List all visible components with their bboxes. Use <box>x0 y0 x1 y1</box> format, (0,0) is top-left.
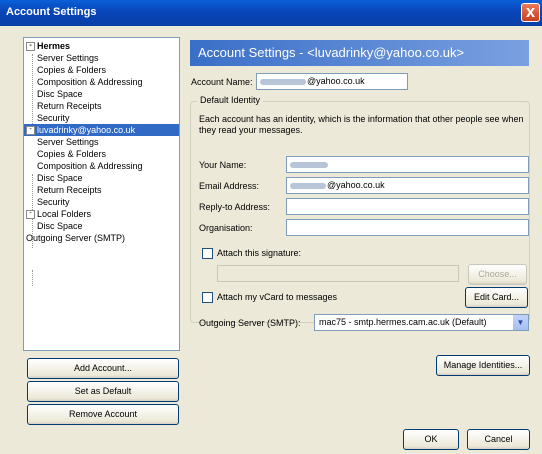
signature-path-field <box>217 265 459 282</box>
default-identity-title: Default Identity <box>197 95 264 105</box>
tree-item[interactable]: Server Settings <box>24 52 99 64</box>
tree-item[interactable]: Copies & Folders <box>24 148 106 160</box>
outgoing-server-label: Outgoing Server (SMTP): <box>199 318 301 328</box>
tree-item[interactable]: Return Receipts <box>24 100 102 112</box>
tree-item-label: Disc Space <box>37 221 83 231</box>
edit-card-button[interactable]: Edit Card... <box>465 287 528 308</box>
email-address-field[interactable]: @yahoo.co.uk <box>286 177 529 194</box>
tree-item[interactable]: Disc Space <box>24 220 83 232</box>
choose-button: Choose... <box>468 264 527 285</box>
tree-item-label: Disc Space <box>37 173 83 183</box>
tree-item[interactable]: Server Settings <box>24 136 99 148</box>
collapse-icon[interactable]: - <box>26 42 35 52</box>
email-address-label: Email Address: <box>199 181 260 191</box>
collapse-icon[interactable]: - <box>26 126 35 136</box>
add-account-button[interactable]: Add Account... <box>27 358 179 379</box>
tree-guide-line <box>32 270 33 286</box>
redacted-text <box>260 78 306 85</box>
set-as-default-button[interactable]: Set as Default <box>27 381 179 402</box>
ok-button[interactable]: OK <box>403 429 459 450</box>
tree-item-label: Return Receipts <box>37 101 102 111</box>
page-header: Account Settings - <luvadrinky@yahoo.co.… <box>190 40 529 66</box>
reply-to-field[interactable] <box>286 198 529 215</box>
organisation-field[interactable] <box>286 219 529 236</box>
your-name-label: Your Name: <box>199 160 247 170</box>
tree-item[interactable]: Outgoing Server (SMTP) <box>24 232 125 244</box>
outgoing-server-select[interactable]: mac75 - smtp.hermes.cam.ac.uk (Default) … <box>314 314 529 331</box>
tree-item[interactable]: Composition & Addressing <box>24 160 143 172</box>
tree-item[interactable]: Copies & Folders <box>24 64 106 76</box>
outgoing-server-value: mac75 - smtp.hermes.cam.ac.uk (Default) <box>319 317 487 327</box>
tree-item-label: luvadrinky@yahoo.co.uk <box>37 125 136 135</box>
redacted-text <box>290 161 328 168</box>
account-tree[interactable]: - Hermes Server Settings Copies & Folders Co… <box>23 37 180 351</box>
tree-item[interactable]: Disc Space <box>24 88 83 100</box>
account-name-value: @yahoo.co.uk <box>307 76 365 86</box>
tree-item-label: Security <box>37 113 70 123</box>
email-address-value: @yahoo.co.uk <box>327 180 385 190</box>
tree-item-label: Local Folders <box>37 209 92 219</box>
tree-item-label: Server Settings <box>37 137 99 147</box>
tree-item[interactable]: - luvadrinky@yahoo.co.uk <box>24 124 179 136</box>
tree-item[interactable]: - Hermes <box>24 40 70 52</box>
attach-vcard-label: Attach my vCard to messages <box>217 292 338 302</box>
tree-item-label: Copies & Folders <box>37 65 107 75</box>
close-button[interactable]: X <box>521 3 540 22</box>
reply-to-label: Reply-to Address: <box>199 202 271 212</box>
collapse-icon[interactable]: - <box>26 210 35 220</box>
tree-item[interactable]: Security <box>24 112 70 124</box>
redacted-text <box>290 182 326 189</box>
remove-account-button[interactable]: Remove Account <box>27 404 179 425</box>
tree-item[interactable]: Return Receipts <box>24 184 102 196</box>
attach-vcard-checkbox[interactable] <box>202 292 213 303</box>
tree-item-label: Disc Space <box>37 89 83 99</box>
attach-signature-label: Attach this signature: <box>217 248 302 258</box>
tree-item-label: Hermes <box>37 41 71 51</box>
tree-item-label: Return Receipts <box>37 185 102 195</box>
window-title: Account Settings <box>6 6 97 18</box>
tree-item-label: Copies & Folders <box>37 149 107 159</box>
manage-identities-button[interactable]: Manage Identities... <box>436 355 530 376</box>
title-bar[interactable]: Account Settings X <box>0 0 542 26</box>
tree-item[interactable]: Disc Space <box>24 172 83 184</box>
tree-item-label: Server Settings <box>37 53 99 63</box>
cancel-button[interactable]: Cancel <box>467 429 530 450</box>
tree-item-label: Security <box>37 197 70 207</box>
organisation-label: Organisation: <box>199 223 253 233</box>
attach-signature-checkbox[interactable] <box>202 248 213 259</box>
tree-item-label: Composition & Addressing <box>37 77 143 87</box>
identity-description: Each account has an identity, which is t… <box>199 114 524 135</box>
your-name-field[interactable] <box>286 156 529 173</box>
tree-item[interactable]: Composition & Addressing <box>24 76 143 88</box>
chevron-down-icon[interactable]: ▼ <box>513 315 528 330</box>
tree-item-label: Composition & Addressing <box>37 161 143 171</box>
tree-item-label: Outgoing Server (SMTP) <box>26 233 126 243</box>
tree-item[interactable]: Security <box>24 196 70 208</box>
account-settings-window: Account Settings X - Hermes Server Setting… <box>0 0 542 454</box>
account-name-field[interactable]: @yahoo.co.uk <box>256 73 408 90</box>
account-name-label: Account Name: <box>191 77 253 87</box>
tree-item[interactable]: - Local Folders <box>24 208 91 220</box>
